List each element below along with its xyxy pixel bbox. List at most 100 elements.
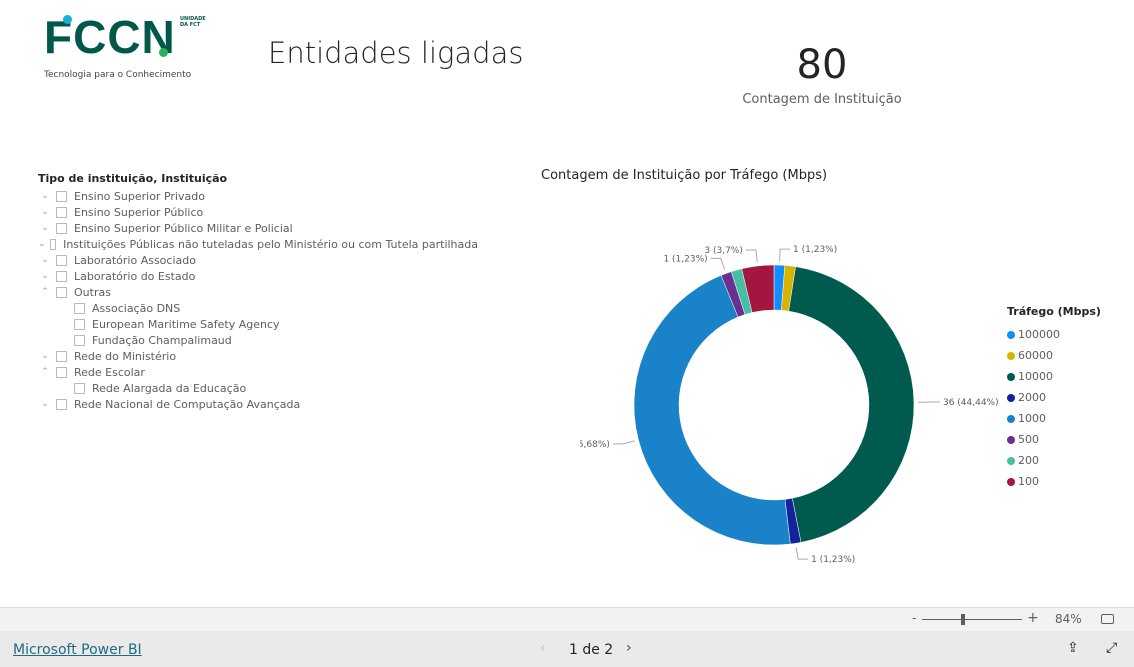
data-label: 36 (44,44%) (943, 398, 999, 408)
slicer-item[interactable]: ⌄ Ensino Superior Público Militar e Polic… (38, 220, 478, 236)
chevron-up-icon[interactable]: ⌃ (38, 367, 52, 377)
chevron-down-icon[interactable]: ⌄ (38, 271, 52, 281)
checkbox[interactable] (56, 254, 67, 266)
legend-swatch (1007, 414, 1015, 423)
slicer-item[interactable]: ⌄ Laboratório Associado (38, 252, 478, 268)
chevron-down-icon[interactable]: ⌄ (38, 191, 52, 201)
slicer-item-label: Laboratório Associado (74, 253, 196, 267)
checkbox[interactable] (56, 350, 67, 362)
checkbox[interactable] (74, 318, 85, 330)
legend-label: 1000 (1018, 412, 1046, 425)
slicer-item[interactable]: ⌄ Rede Nacional de Computação Avançada (38, 396, 478, 412)
chevron-up-icon[interactable]: ⌃ (38, 287, 52, 297)
checkbox[interactable] (49, 238, 57, 250)
checkbox[interactable] (56, 366, 67, 378)
slicer-item[interactable]: ⌄ Laboratório do Estado (38, 268, 478, 284)
slicer-item-label: Rede Escolar (74, 365, 145, 379)
chevron-down-icon[interactable]: ⌄ (38, 255, 52, 265)
chevron-down-icon[interactable]: ⌄ (38, 207, 52, 217)
legend-swatch (1007, 393, 1015, 402)
checkbox[interactable] (74, 334, 85, 346)
chart-legend: Tráfego (Mbps) 100000 60000 10000 2000 1000 5… (1007, 305, 1101, 492)
slicer-item[interactable]: ⌄ Ensino Superior Privado (38, 188, 478, 204)
logo-dot-blue (63, 15, 72, 24)
leader-line (612, 440, 635, 445)
leader-line (710, 257, 726, 270)
chevron-down-icon[interactable]: ⌄ (38, 399, 52, 409)
slicer-item[interactable]: ⌄ Instituições Públicas não tuteladas pel… (38, 236, 478, 252)
page-title: Entidades ligadas (268, 36, 524, 70)
slicer-item[interactable]: Rede Alargada da Educação (38, 380, 478, 396)
data-label: 37 (45,68%) (580, 440, 610, 450)
slicer-item[interactable]: ⌃ Rede Escolar (38, 364, 478, 380)
legend-title: Tráfego (Mbps) (1007, 305, 1101, 318)
logo-unit: UNIDADE DA FCT (180, 16, 206, 28)
checkbox[interactable] (56, 270, 67, 282)
legend-item[interactable]: 100 (1007, 471, 1101, 492)
slicer-item[interactable]: European Maritime Safety Agency (38, 316, 478, 332)
next-page-icon[interactable]: › (626, 640, 632, 656)
slicer-item-label: Outras (74, 285, 111, 299)
legend-swatch (1007, 456, 1015, 465)
slicer-item[interactable]: ⌄ Ensino Superior Público (38, 204, 478, 220)
legend-item[interactable]: 200 (1007, 450, 1101, 471)
checkbox[interactable] (74, 382, 85, 394)
data-label: 1 (1,23%) (663, 254, 707, 264)
zoom-bar: - + 84% (0, 607, 1134, 631)
data-label: 1 (1,23%) (793, 245, 837, 255)
donut-slice-1000[interactable] (633, 275, 791, 546)
legend-label: 500 (1018, 433, 1039, 446)
checkbox[interactable] (74, 302, 85, 314)
chevron-down-icon[interactable]: ⌄ (38, 223, 52, 233)
slicer-item[interactable]: Fundação Champalimaud (38, 332, 478, 348)
legend-item[interactable]: 100000 (1007, 324, 1101, 345)
fit-to-page-icon[interactable] (1101, 614, 1114, 624)
zoom-out-button[interactable]: - (912, 611, 916, 625)
slicer-item-label: Ensino Superior Público (74, 205, 204, 219)
checkbox[interactable] (56, 398, 67, 410)
chevron-down-icon[interactable]: ⌄ (38, 239, 46, 249)
slicer-item-label: Ensino Superior Privado (74, 189, 205, 203)
slicer-item-label: Rede do Ministério (74, 349, 177, 363)
leader-line (795, 547, 809, 560)
legend-item[interactable]: 2000 (1007, 387, 1101, 408)
chevron-down-icon[interactable]: ⌄ (38, 351, 52, 361)
data-label: 1 (1,23%) (811, 555, 855, 565)
legend-label: 60000 (1018, 349, 1053, 362)
checkbox[interactable] (56, 190, 67, 202)
legend-swatch (1007, 477, 1015, 486)
zoom-in-button[interactable]: + (1027, 610, 1039, 626)
checkbox[interactable] (56, 222, 67, 234)
legend-label: 10000 (1018, 370, 1053, 383)
zoom-slider-thumb[interactable] (961, 614, 965, 625)
slicer-item-label: Rede Nacional de Computação Avançada (74, 397, 301, 411)
prev-page-icon[interactable]: ‹ (540, 640, 546, 656)
legend-label: 100000 (1018, 328, 1060, 341)
legend-item[interactable]: 60000 (1007, 345, 1101, 366)
slicer-item-label: Fundação Champalimaud (92, 333, 232, 347)
zoom-slider[interactable] (922, 619, 1022, 620)
chart-title: Contagem de Instituição por Tráfego (Mbp… (541, 168, 828, 183)
footer: Microsoft Power BI ‹ 1 de 2 › ⇪ ⤢ (0, 631, 1134, 667)
checkbox[interactable] (56, 286, 67, 298)
share-icon[interactable]: ⇪ (1067, 640, 1079, 656)
legend-item[interactable]: 500 (1007, 429, 1101, 450)
slicer-item[interactable]: ⌄ Rede do Ministério (38, 348, 478, 364)
donut-slice-10000[interactable] (788, 266, 915, 543)
zoom-level: 84% (1055, 612, 1082, 626)
logo-tagline: Tecnologia para o Conhecimento (44, 70, 192, 80)
legend-label: 2000 (1018, 391, 1046, 404)
fullscreen-icon[interactable]: ⤢ (1106, 640, 1117, 656)
legend-swatch (1007, 351, 1015, 360)
legend-item[interactable]: 1000 (1007, 408, 1101, 429)
logo-dot-green (159, 48, 168, 57)
slicer-item[interactable]: Associação DNS (38, 300, 478, 316)
power-bi-link[interactable]: Microsoft Power BI (13, 642, 142, 658)
checkbox[interactable] (56, 206, 67, 218)
slicer-item[interactable]: ⌃ Outras (38, 284, 478, 300)
legend-item[interactable]: 10000 (1007, 366, 1101, 387)
leader-line (779, 248, 791, 262)
slicer-item-label: Associação DNS (92, 301, 181, 315)
donut-chart: 1 (1,23%) 36 (44,44%) 1 (1,23%) 37 (45,68%)… (580, 245, 999, 565)
legend-swatch (1007, 330, 1015, 339)
